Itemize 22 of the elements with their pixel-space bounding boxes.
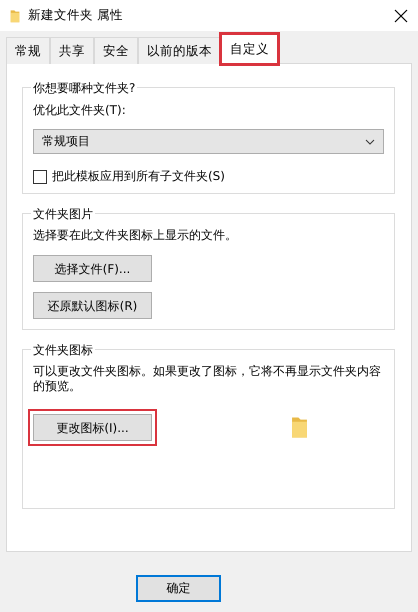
group-title: 文件夹图片 (31, 206, 95, 223)
field-label: 优化此文件夹(T): (33, 102, 127, 119)
folder-type-dropdown[interactable]: 常规项目 (33, 129, 384, 154)
window-title: 新建文件夹 属性 (28, 7, 124, 24)
tab[interactable]: 自定义 (221, 34, 278, 64)
tab[interactable]: 共享 (50, 37, 94, 64)
ok-button[interactable]: 确定 (136, 575, 221, 602)
tab[interactable]: 以前的版本 (138, 37, 221, 64)
dialog-button[interactable]: 更改图标(I)... (33, 414, 152, 441)
checkbox[interactable] (33, 170, 47, 184)
tab[interactable]: 常规 (6, 37, 50, 64)
close-icon[interactable] (394, 8, 408, 22)
dialog-button[interactable]: 选择文件(F)... (33, 255, 152, 282)
description-text: 可以更改文件夹图标。如果更改了图标，它将不再显示文件夹内容的预览。 (33, 364, 382, 394)
tab[interactable]: 安全 (94, 37, 138, 64)
checkbox-label: 把此模板应用到所有子文件夹(S) (52, 168, 225, 185)
group-title: 你想要哪种文件夹? (31, 80, 138, 97)
dialog-button[interactable]: 还原默认图标(R) (33, 292, 152, 319)
folder-icon (10, 8, 20, 24)
description-text: 选择要在此文件夹图标上显示的文件。 (33, 228, 238, 243)
group-title: 文件夹图标 (31, 342, 95, 359)
chevron-icon (365, 138, 375, 144)
